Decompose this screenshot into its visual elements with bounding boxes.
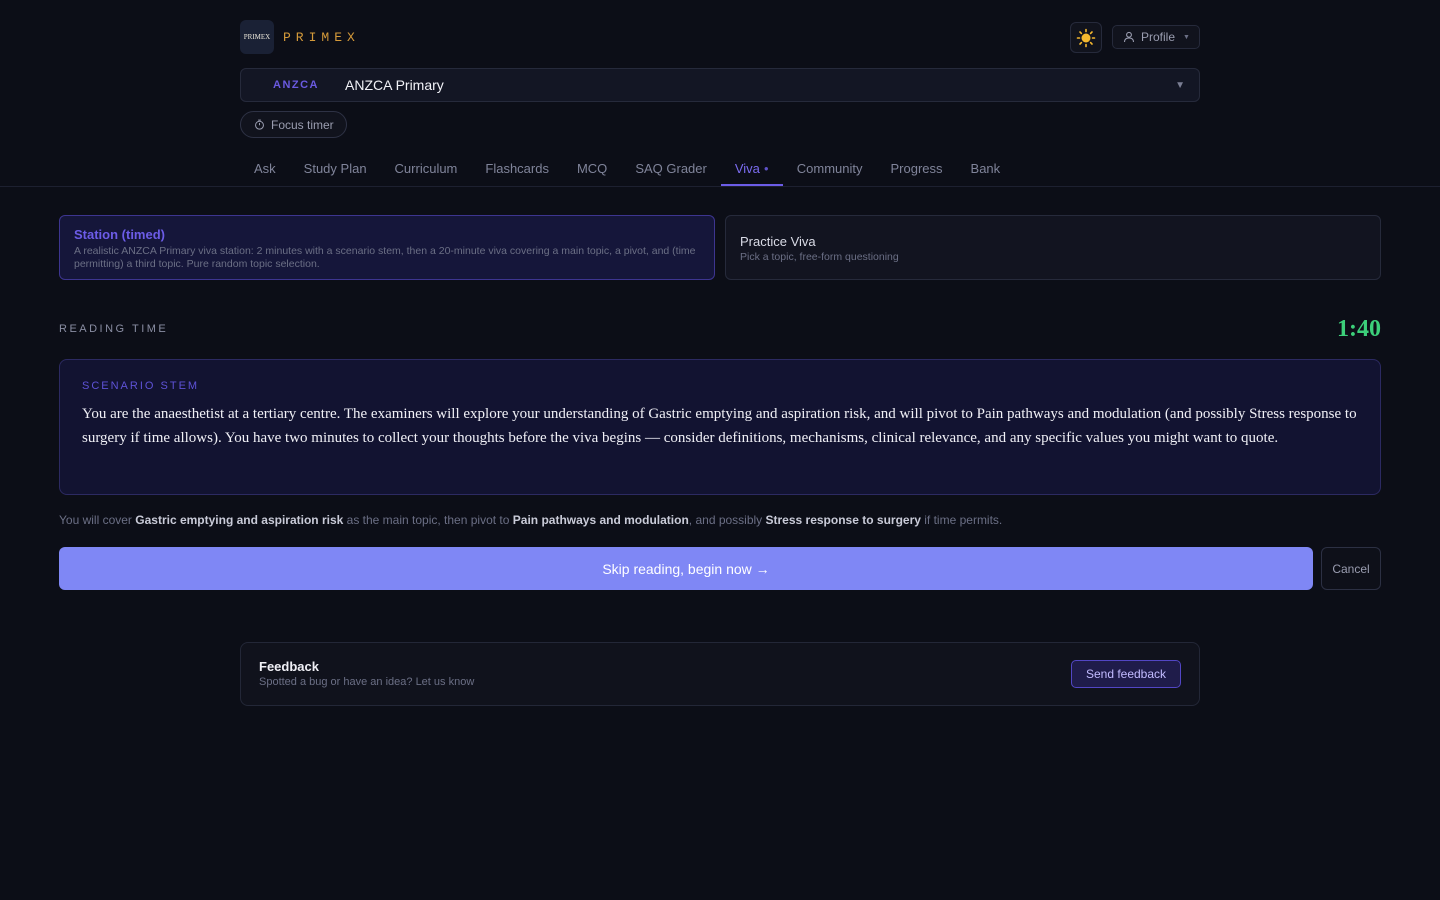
profile-label: Profile [1141, 30, 1176, 44]
tab-label: Bank [970, 161, 1001, 176]
scenario-stem-label: SCENARIO STEM [82, 380, 200, 392]
pivot-topic: Pain pathways and modulation [512, 513, 689, 527]
theme-toggle-button[interactable] [1070, 22, 1102, 53]
tab-bank[interactable]: Bank [957, 150, 1015, 186]
chevron-down-icon: ▼ [1183, 33, 1190, 41]
focus-timer-button[interactable]: Focus timer [240, 111, 347, 138]
scenario-stem-text: You are the anaesthetist at a tertiary c… [82, 406, 1357, 446]
mode-practice-card[interactable]: Practice Viva Pick a topic, free-form qu… [725, 215, 1381, 280]
cancel-button[interactable]: Cancel [1321, 547, 1381, 590]
mode-practice-description: Pick a topic, free-form questioning [740, 251, 899, 263]
active-dot-icon: ● [763, 164, 769, 173]
countdown-timer: 1:40 [1337, 316, 1381, 342]
tab-label: Community [796, 161, 863, 176]
coverage-middle: as the main topic, then pivot to [343, 513, 513, 527]
skip-reading-button[interactable]: Skip reading, begin now → [59, 547, 1313, 590]
mode-station-card[interactable]: Station (timed) A realistic ANZCA Primar… [59, 215, 715, 280]
tab-label: Curriculum [394, 161, 458, 176]
feedback-title: Feedback [259, 659, 319, 674]
brand-name: PRIMEX [283, 30, 360, 45]
tab-study-plan[interactable]: Study Plan [290, 150, 381, 186]
tab-saq-grader[interactable]: SAQ Grader [621, 150, 721, 186]
tabs-divider [0, 186, 1440, 187]
mode-station-title: Station (timed) [74, 227, 165, 242]
tab-curriculum[interactable]: Curriculum [381, 150, 472, 186]
tab-mcq[interactable]: MCQ [563, 150, 621, 186]
sun-icon [1076, 28, 1096, 47]
focus-timer-label: Focus timer [271, 117, 334, 132]
coverage-middle2: , and possibly [688, 513, 766, 527]
dropdown-arrow-icon: ▼ [1175, 79, 1185, 91]
tab-ask[interactable]: Ask [240, 150, 290, 186]
stopwatch-icon [255, 119, 264, 130]
logo-text: PRIMEX [243, 33, 271, 41]
feedback-panel: Feedback Spotted a bug or have an idea? … [240, 642, 1200, 706]
main-tabs: Ask Study Plan Curriculum Flashcards MCQ… [240, 150, 1014, 186]
tab-label: Flashcards [485, 161, 549, 176]
main-topic: Gastric emptying and aspiration risk [135, 513, 344, 527]
mode-practice-title: Practice Viva [740, 234, 816, 249]
app-logo[interactable]: PRIMEX [240, 20, 274, 54]
third-topic: Stress response to surgery [765, 513, 921, 527]
send-feedback-button[interactable]: Send feedback [1071, 660, 1181, 688]
top-header: PRIMEX PRIMEX Profile ▼ [240, 20, 1200, 54]
exam-selector[interactable]: ANZCA ANZCA Primary ▼ [240, 68, 1200, 102]
scenario-stem-panel: SCENARIO STEM You are the anaesthetist a… [59, 359, 1381, 495]
tab-label: MCQ [576, 161, 608, 176]
profile-menu-button[interactable]: Profile ▼ [1112, 25, 1200, 49]
tab-label: Study Plan [303, 161, 367, 176]
tab-label: Ask [254, 161, 276, 176]
exam-code-badge: ANZCA [273, 79, 319, 91]
tab-label: Viva [734, 161, 760, 176]
reading-time-label: READING TIME [59, 323, 169, 335]
coverage-prefix: You will cover [59, 513, 136, 527]
tab-viva[interactable]: Viva ● [720, 150, 783, 186]
coverage-suffix: if time permits. [920, 513, 1003, 527]
feedback-description: Spotted a bug or have an idea? Let us kn… [259, 676, 475, 688]
tab-flashcards[interactable]: Flashcards [471, 150, 563, 186]
exam-name: ANZCA Primary [345, 77, 444, 93]
mode-station-description: A realistic ANZCA Primary viva station: … [74, 245, 696, 270]
user-icon [1123, 31, 1135, 43]
tab-progress[interactable]: Progress [877, 150, 957, 186]
topic-coverage-summary: You will cover Gastric emptying and aspi… [59, 513, 1002, 527]
tab-label: Progress [890, 161, 943, 176]
tab-community[interactable]: Community [783, 150, 877, 186]
tab-label: SAQ Grader [635, 161, 707, 176]
